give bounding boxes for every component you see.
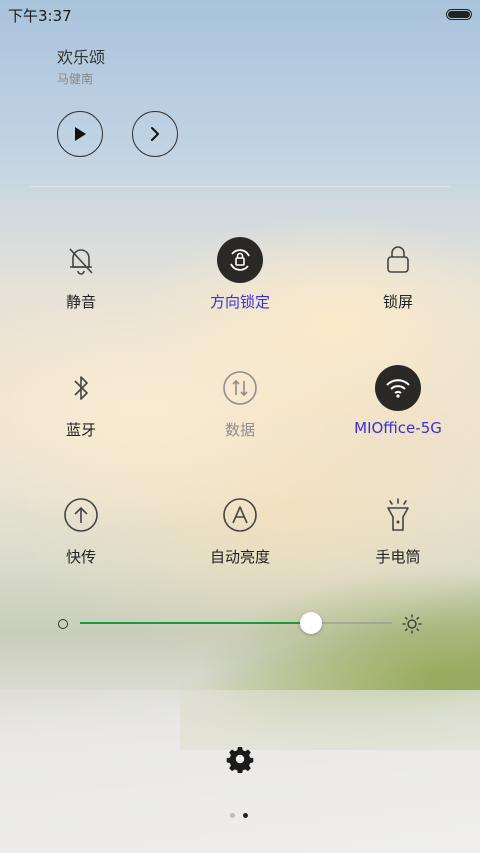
toggle-mute-label: 静音 <box>65 293 96 311</box>
toggle-bluetooth-label: 蓝牙 <box>65 421 96 439</box>
toggle-auto-brightness-label: 自动亮度 <box>209 548 270 566</box>
upload-icon <box>64 498 98 532</box>
song-title: 欢乐颂 <box>57 48 106 67</box>
toggle-wifi[interactable]: MIOffice-5G <box>328 365 468 455</box>
flashlight-icon <box>387 498 409 531</box>
toggle-quick-transfer[interactable]: 快传 <box>11 492 151 582</box>
gear-icon <box>226 747 254 774</box>
rotation-lock-icon <box>230 249 250 271</box>
status-bar: 下午3:37 <box>0 0 480 28</box>
play-icon <box>75 127 86 141</box>
toggle-quick-transfer-label: 快传 <box>65 548 96 566</box>
mobile-data-icon <box>223 371 257 405</box>
battery-icon <box>446 9 472 20</box>
brightness-low-icon <box>58 619 68 629</box>
toggle-lock-screen-label: 锁屏 <box>382 293 413 311</box>
toggle-flashlight-label: 手电筒 <box>375 548 421 566</box>
toggle-auto-brightness[interactable]: 自动亮度 <box>170 492 310 582</box>
toggle-bluetooth[interactable]: 蓝牙 <box>11 365 151 455</box>
toggle-rotation-lock[interactable]: 方向锁定 <box>170 237 310 327</box>
status-time: 下午3:37 <box>8 7 72 25</box>
page-dot-2 <box>243 813 248 818</box>
brightness-slider-thumb[interactable] <box>299 612 322 634</box>
toggle-lock-screen[interactable]: 锁屏 <box>328 237 468 327</box>
toggle-mobile-data[interactable]: 数据 <box>170 365 310 455</box>
brightness-slider-fill <box>80 622 311 624</box>
page-indicator <box>230 813 248 818</box>
bell-off-icon <box>69 248 93 275</box>
next-button[interactable] <box>132 111 178 157</box>
page-dot-1 <box>230 813 235 818</box>
lock-icon <box>387 246 409 273</box>
toggle-flashlight[interactable]: 手电筒 <box>328 492 468 582</box>
song-artist: 马健南 <box>57 72 94 86</box>
next-icon <box>151 127 159 141</box>
settings-button[interactable] <box>226 745 254 777</box>
play-button[interactable] <box>57 111 103 157</box>
divider <box>30 186 450 187</box>
toggle-mobile-data-label: 数据 <box>224 421 255 439</box>
background-grass <box>180 560 480 750</box>
toggle-rotation-lock-label: 方向锁定 <box>209 293 270 311</box>
auto-brightness-icon <box>223 498 257 532</box>
toggle-mute[interactable]: 静音 <box>11 237 151 327</box>
brightness-slider[interactable] <box>80 612 392 634</box>
toggle-wifi-label: MIOffice-5G <box>354 419 442 437</box>
brightness-high-icon <box>402 614 422 634</box>
wifi-icon <box>386 379 410 398</box>
bluetooth-icon <box>74 376 88 400</box>
